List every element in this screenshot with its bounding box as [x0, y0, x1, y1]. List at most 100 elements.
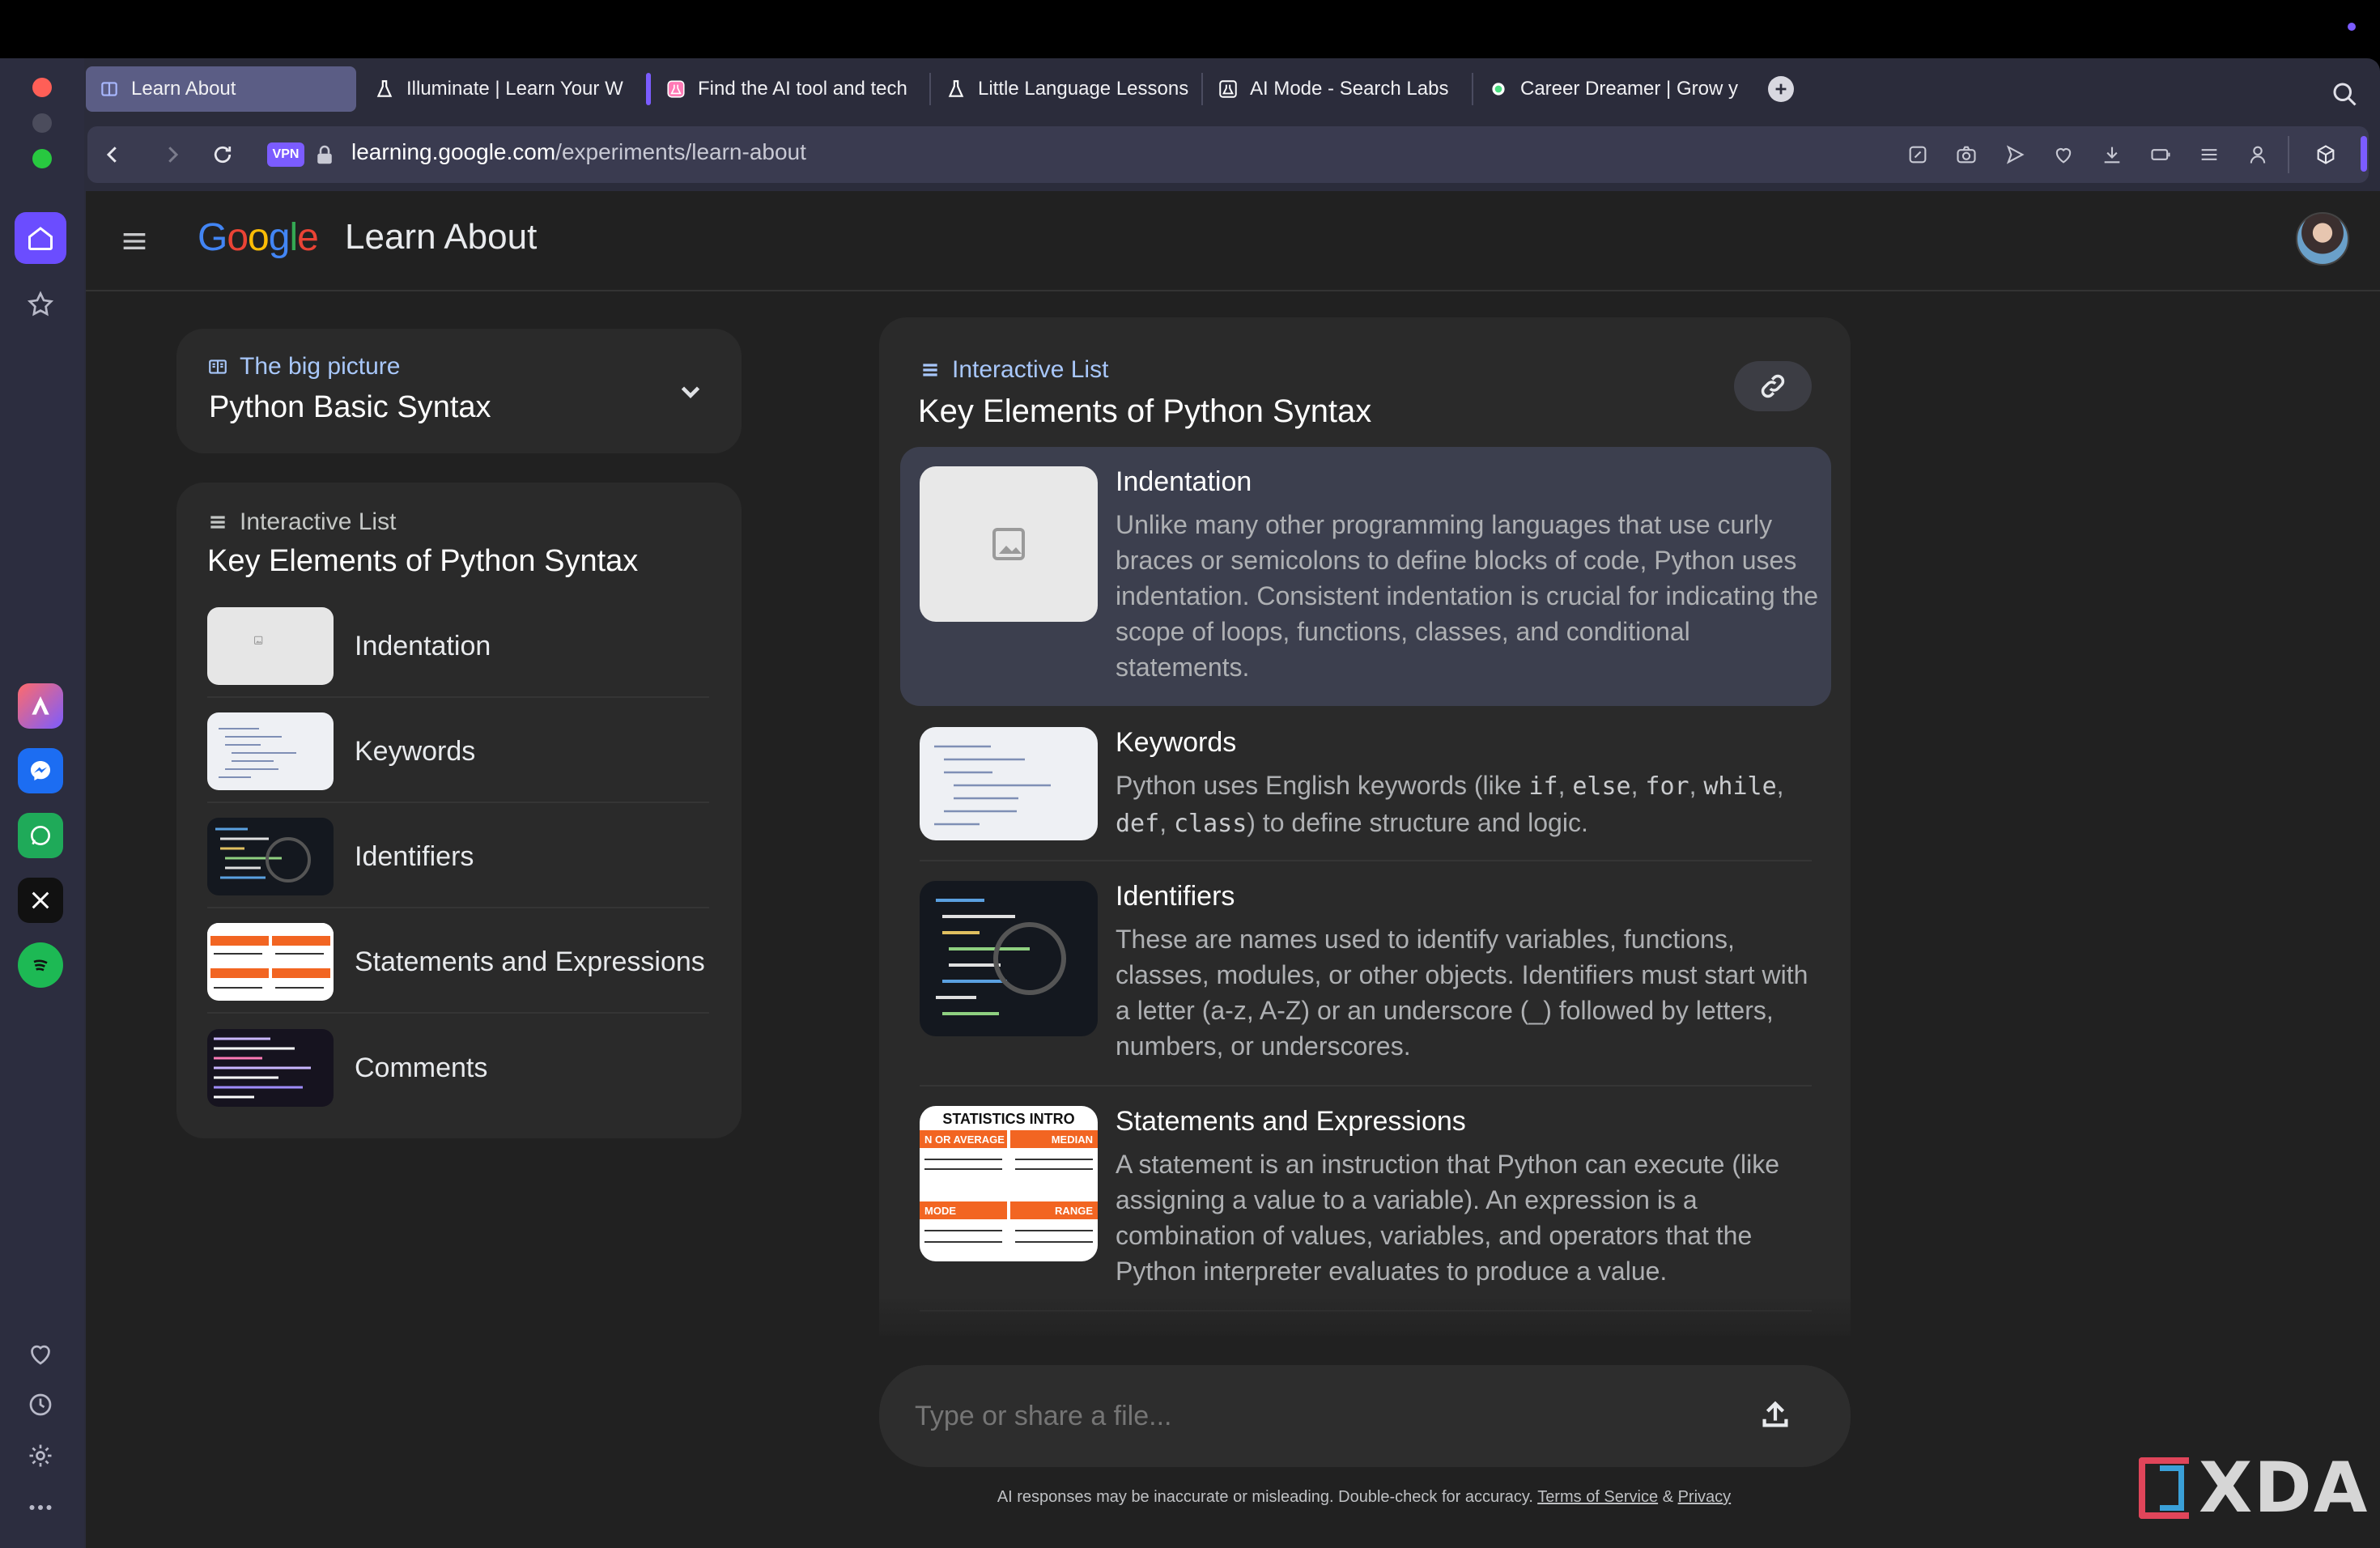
stats-label-mode: MODE — [924, 1205, 956, 1217]
upload-icon — [1762, 1401, 1788, 1427]
left-list-item-comments[interactable]: Comments — [207, 1017, 709, 1119]
home-icon — [28, 227, 53, 250]
item-description: These are names used to identify variabl… — [1116, 925, 1808, 1061]
sidebar-more-button[interactable] — [15, 1482, 66, 1533]
camera-icon — [1957, 146, 1976, 164]
flow-button[interactable] — [1998, 138, 2032, 172]
vpn-badge[interactable]: VPN — [267, 142, 304, 167]
statistics-thumb: STATISTICS INTRO N OR AVERAGE MEDIAN MOD… — [920, 1106, 1098, 1261]
google-logo[interactable]: Google — [198, 215, 319, 260]
tab-ai-mode[interactable]: AI Mode - Search Labs — [1205, 66, 1470, 112]
flask-icon — [1218, 79, 1239, 100]
bookmark-button[interactable] — [2046, 138, 2080, 172]
profile-button[interactable] — [2241, 138, 2275, 172]
sidebar-app-messenger[interactable] — [18, 748, 63, 793]
item-description: Python uses English keywords (like if, e… — [1116, 771, 1784, 838]
search-icon — [2333, 83, 2357, 106]
sidebar-app-spotify[interactable] — [18, 942, 63, 988]
url-field[interactable]: learning.google.com/experiments/learn-ab… — [351, 139, 806, 165]
easy-setup-button[interactable] — [2192, 138, 2226, 172]
expand-big-picture-button[interactable] — [672, 372, 709, 410]
list-icon — [923, 364, 937, 376]
main-menu-button[interactable] — [118, 225, 151, 257]
vpn-label: VPN — [272, 147, 300, 161]
hamburger-icon — [123, 233, 146, 249]
copy-link-button[interactable] — [1734, 361, 1812, 411]
chevron-left-icon — [106, 147, 117, 163]
tab-little-language-lessons[interactable]: Little Language Lessons — [933, 66, 1205, 112]
tab-label: Learn About — [131, 78, 236, 100]
camera-button[interactable] — [1949, 138, 1983, 172]
extensions-button[interactable] — [2309, 138, 2343, 172]
url-path: /experiments/learn-about — [555, 139, 806, 164]
messenger-icon — [31, 761, 50, 780]
image-icon — [254, 636, 263, 644]
book-icon — [209, 359, 227, 374]
main-list-item-indentation[interactable]: Indentation Unlike many other programmin… — [900, 447, 1831, 706]
google-logo-letter: g — [268, 216, 291, 259]
maximize-window-button[interactable] — [32, 149, 52, 168]
main-list-header: Interactive List — [920, 356, 1108, 384]
footer-disclaimer: AI responses may be inaccurate or mislea… — [890, 1488, 1838, 1507]
sidebar-history-button[interactable] — [15, 1379, 66, 1431]
flask-icon — [946, 79, 967, 100]
left-list-item-identifiers[interactable]: Identifiers — [207, 806, 709, 908]
link-icon — [1761, 374, 1785, 398]
close-window-button[interactable] — [32, 78, 52, 97]
chat-input[interactable] — [915, 1389, 1724, 1443]
tab-learn-about[interactable]: Learn About — [86, 66, 356, 112]
edit-icon — [1909, 146, 1927, 164]
flask-icon — [374, 79, 395, 100]
sidebar-settings-button[interactable] — [15, 1430, 66, 1482]
left-list-item-keywords[interactable]: Keywords — [207, 701, 709, 803]
privacy-link[interactable]: Privacy — [1678, 1488, 1732, 1506]
main-list-item-keywords[interactable]: Keywords Python uses English keywords (l… — [900, 708, 1831, 860]
left-list-item-indentation[interactable]: Indentation — [207, 596, 709, 698]
sidebar-home-button[interactable] — [15, 212, 66, 264]
main-list-item-statements[interactable]: STATISTICS INTRO N OR AVERAGE MEDIAN MOD… — [900, 1087, 1831, 1312]
downloads-button[interactable] — [2095, 138, 2129, 172]
tab-career-dreamer[interactable]: Career Dreamer | Grow y — [1475, 66, 1744, 112]
left-list-item-statements[interactable]: Statements and Expressions — [207, 912, 709, 1014]
star-icon — [27, 291, 54, 317]
minimize-window-button[interactable] — [32, 113, 52, 133]
sidebar-speed-dial-button[interactable] — [15, 279, 66, 330]
code-dark-thumb — [920, 881, 1098, 1036]
sidebar-favorites-button[interactable] — [15, 1328, 66, 1380]
keyword-while: while — [1703, 772, 1777, 801]
tab-search-button[interactable] — [2330, 79, 2359, 108]
forward-button[interactable] — [154, 136, 191, 173]
avatar[interactable] — [2296, 212, 2349, 266]
description-prefix: Python uses English keywords (like — [1116, 771, 1529, 800]
sidebar-accent-bar — [2361, 136, 2367, 172]
reload-button[interactable] — [204, 136, 241, 173]
sidebar-app-whatsapp[interactable] — [18, 813, 63, 858]
item-title: Indentation — [1116, 466, 1252, 497]
code-purple-thumb — [207, 1029, 334, 1107]
left-list-item-label: Statements and Expressions — [355, 946, 705, 977]
back-button[interactable] — [94, 136, 131, 173]
lock-icon[interactable] — [312, 142, 337, 167]
statistics-thumb — [207, 923, 334, 1001]
tab-find-ai-tool[interactable]: Find the AI tool and tech — [652, 66, 928, 112]
main-list-header-label: Interactive List — [952, 356, 1109, 383]
big-picture-label: The big picture — [240, 353, 401, 380]
main-list-item-identifiers[interactable]: Identifiers These are names used to iden… — [900, 861, 1831, 1085]
list-fade-overlay — [879, 1295, 1851, 1344]
sidebar-app-x[interactable] — [18, 878, 63, 923]
tab-label: Career Dreamer | Grow y — [1520, 78, 1738, 100]
sidebar-app-aria[interactable] — [18, 683, 63, 729]
terms-link[interactable]: Terms of Service — [1537, 1488, 1658, 1506]
tab-illuminate[interactable]: Illuminate | Learn Your W — [361, 66, 631, 112]
toolbar-divider — [2288, 136, 2289, 173]
xda-watermark: XDA — [2199, 1448, 2369, 1529]
new-tab-button[interactable] — [1768, 76, 1794, 102]
left-list-title: Key Elements of Python Syntax — [207, 544, 639, 578]
google-logo-letter: G — [198, 216, 227, 259]
snapshot-edit-button[interactable] — [1901, 138, 1935, 172]
battery-saver-button[interactable] — [2144, 138, 2178, 172]
keyword-else: else — [1572, 772, 1631, 801]
tab-separator — [1472, 73, 1473, 105]
upload-file-button[interactable] — [1757, 1396, 1794, 1433]
tab-label: Find the AI tool and tech — [698, 78, 907, 100]
